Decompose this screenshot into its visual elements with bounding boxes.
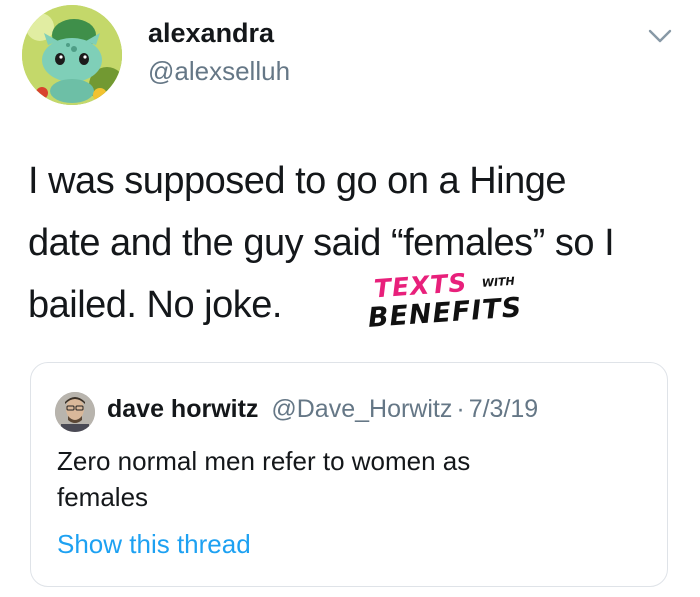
quoted-tweet-text-line: Zero normal men refer to women as (57, 446, 471, 476)
tweet-text-line: bailed. No joke. (28, 284, 282, 326)
quoted-tweet-header: dave horwitz @Dave_Horwitz · 7/3/19 (107, 395, 538, 424)
chevron-down-icon[interactable] (646, 26, 674, 46)
user-avatar-icon (55, 392, 95, 432)
quoted-author-avatar[interactable] (55, 392, 95, 432)
watermark-with: WITH (481, 274, 516, 290)
author-handle[interactable]: @alexselluh (148, 56, 290, 87)
show-this-thread-link[interactable]: Show this thread (57, 529, 251, 560)
quoted-author-display-name[interactable]: dave horwitz (107, 395, 258, 423)
quoted-tweet-text-line: females (57, 482, 149, 512)
header-separator: · (456, 395, 465, 423)
author-display-name[interactable]: alexandra (148, 18, 274, 49)
bulbasaur-avatar-icon (22, 5, 122, 105)
tweet-text: I was supposed to go on a Hinge date and… (28, 150, 668, 336)
quoted-tweet-card[interactable]: dave horwitz @Dave_Horwitz · 7/3/19 Zero n… (30, 362, 668, 587)
quoted-tweet-text: Zero normal men refer to women as female… (57, 443, 647, 515)
quoted-author-handle[interactable]: @Dave_Horwitz (271, 395, 452, 423)
author-avatar[interactable] (22, 5, 122, 105)
tweet-text-line: date and the guy said “females” so I (28, 222, 615, 264)
quoted-tweet-date[interactable]: 7/3/19 (469, 395, 539, 423)
tweet-text-line: I was supposed to go on a Hinge (28, 160, 567, 202)
texts-with-benefits-watermark: TEXTS WITH BENEFITS (365, 262, 554, 345)
